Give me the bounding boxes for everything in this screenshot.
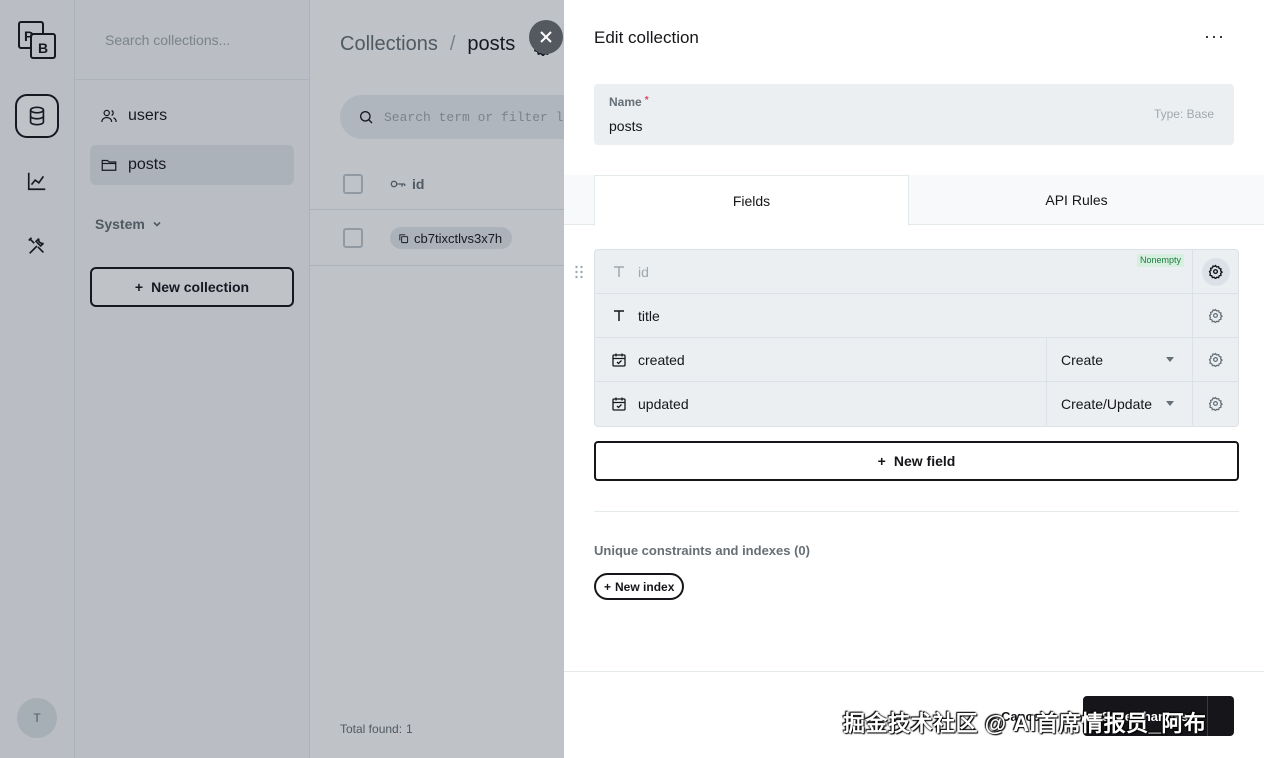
divider [594, 511, 1239, 512]
panel-header: Edit collection ··· [564, 0, 1264, 76]
gear-icon [1208, 308, 1223, 323]
text-icon [614, 310, 624, 321]
field-name: created [638, 352, 685, 368]
new-index-button[interactable]: + New index [594, 573, 685, 600]
name-label-text: Name [609, 95, 642, 109]
plus-icon: + [877, 453, 886, 469]
tab-label: Fields [732, 192, 771, 209]
calendar-icon [612, 353, 626, 367]
tab-api-rules[interactable]: API Rules [909, 175, 1244, 225]
field-name: updated [638, 396, 689, 412]
field-name: id [638, 264, 649, 280]
name-label: Name * [609, 95, 649, 109]
field-row-updated[interactable]: updated Create/Update [595, 382, 1238, 426]
close-panel-button[interactable] [529, 20, 563, 54]
plus-icon: + [604, 579, 612, 594]
modal-overlay[interactable] [0, 0, 564, 758]
autodate-select[interactable]: Create [1046, 338, 1192, 381]
field-settings-button[interactable] [1192, 294, 1238, 337]
tab-label: API Rules [1045, 192, 1108, 208]
gear-icon [1208, 352, 1223, 367]
collection-type-label[interactable]: Type: Base [1154, 107, 1214, 121]
indexes-label: Unique constraints and indexes (0) [594, 543, 810, 558]
field-row-id[interactable]: id Nonempty [595, 250, 1238, 294]
gear-icon [1208, 396, 1223, 411]
caret-down-icon [1166, 401, 1174, 406]
autodate-select-value: Create/Update [1061, 395, 1153, 412]
save-options-button[interactable] [1207, 696, 1234, 736]
new-index-label: New index [615, 579, 675, 594]
new-field-button[interactable]: + New field [594, 441, 1239, 481]
text-icon [614, 266, 624, 277]
fields-list: id Nonempty title created Create updated… [594, 249, 1239, 427]
field-settings-button[interactable] [1192, 250, 1238, 293]
required-mark: * [644, 95, 649, 106]
field-row-created[interactable]: created Create [595, 338, 1238, 382]
gear-icon [1208, 264, 1223, 279]
watermark: 掘金技术社区 @ AI首席情报员_阿布 [843, 711, 1207, 736]
edit-collection-panel: Edit collection ··· Name* Type: Base Fie… [564, 0, 1264, 758]
drag-handle-icon[interactable] [574, 264, 584, 280]
more-options-icon[interactable]: ··· [1204, 26, 1225, 47]
field-row-title[interactable]: title [595, 294, 1238, 338]
field-name: title [638, 308, 660, 324]
panel-tabs: Fields API Rules [564, 175, 1264, 226]
calendar-icon [612, 397, 626, 411]
field-settings-button[interactable] [1192, 382, 1238, 425]
caret-down-icon [1166, 357, 1174, 362]
autodate-select[interactable]: Create/Update [1046, 382, 1192, 425]
tab-fields[interactable]: Fields [594, 175, 909, 226]
panel-title: Edit collection [594, 28, 699, 47]
collection-name-field[interactable]: Name * Type: Base [594, 84, 1234, 145]
nonempty-badge: Nonempty [1137, 254, 1185, 267]
collection-name-input[interactable] [609, 118, 1109, 134]
new-field-label: New field [893, 453, 956, 469]
autodate-select-value: Create [1061, 351, 1104, 368]
close-icon [540, 31, 552, 43]
field-settings-button[interactable] [1192, 338, 1238, 381]
